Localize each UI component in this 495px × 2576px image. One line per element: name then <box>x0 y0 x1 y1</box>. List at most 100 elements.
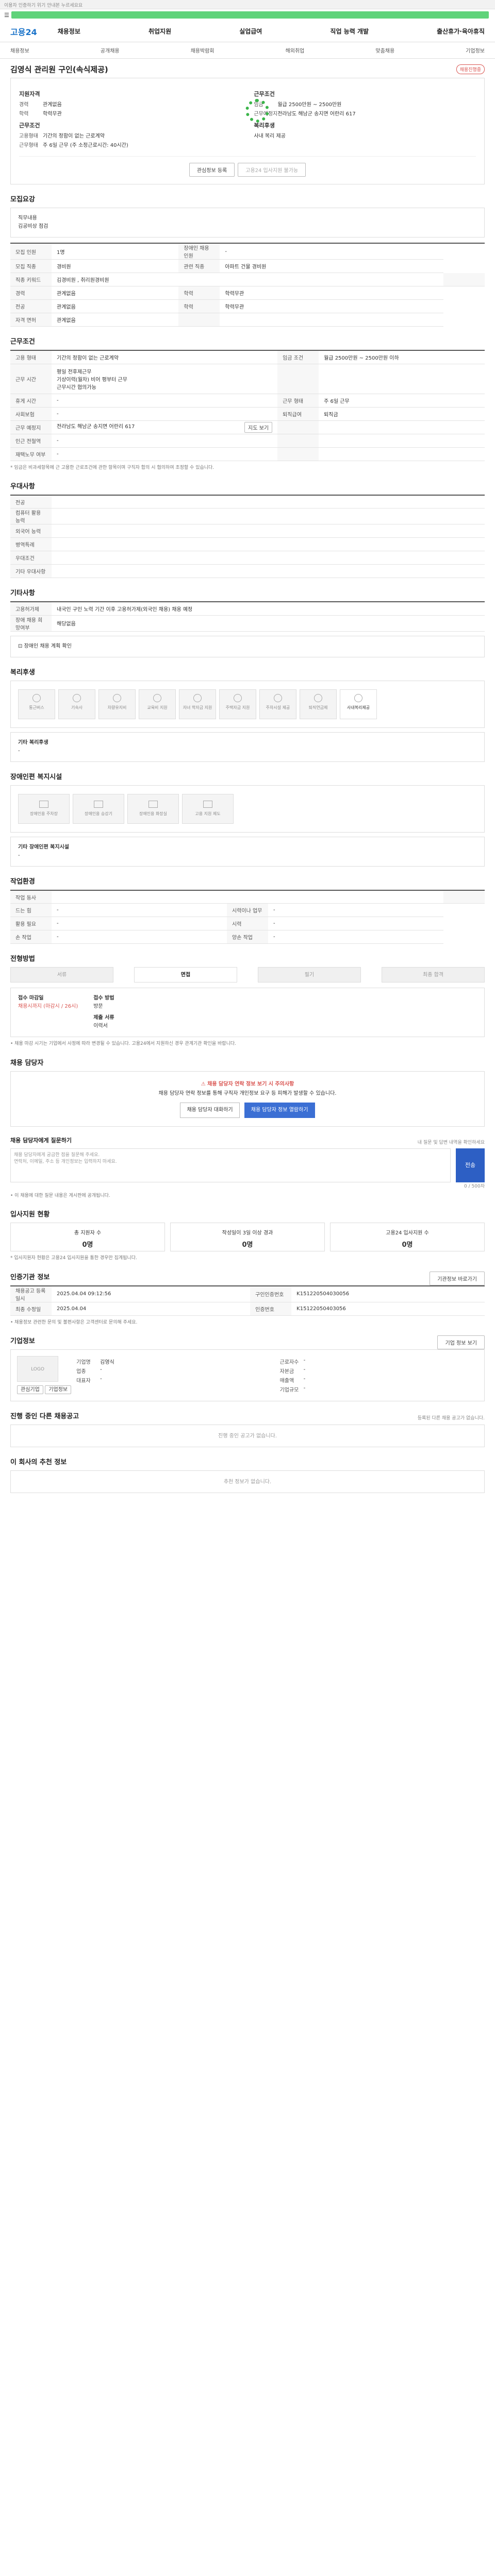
disability-other: 기타 장애인편 복지시설 - <box>10 836 485 867</box>
subnav-item[interactable]: 해외취업 <box>286 46 305 54</box>
table-label: 재택노무 여부 <box>10 447 52 461</box>
apply-stats-section: 입사지원 현황 총 지원자 수 0명 작성일이 3일 이상 경과 0명 고용24 입사지… <box>10 1209 485 1262</box>
nav-unemployment[interactable]: 실업급여 <box>239 27 262 36</box>
facility-icon <box>148 800 158 808</box>
table-row: 드는 힘 - 시력이나 업무 - <box>10 903 485 918</box>
facility-icon <box>39 800 48 808</box>
welfare-item: 기숙사 <box>58 689 95 719</box>
nav-employment-support[interactable]: 취업지원 <box>148 27 171 36</box>
table-value: 관계없음 <box>52 299 179 313</box>
table-value: 주 6일 근무 <box>319 394 485 408</box>
question-textarea[interactable]: 채용 담당자에게 궁금한 점을 질문해 주세요. 연락처, 이메일, 주소 등 … <box>10 1148 451 1182</box>
table-label <box>277 420 319 434</box>
contact-view-button[interactable]: 채용 담당자 정보 열람하기 <box>244 1102 315 1118</box>
welfare-item: 퇴직연금제 <box>300 689 337 719</box>
section-title: 채용 담당자에게 질문하기 <box>10 1137 72 1144</box>
welfare-icon <box>274 693 282 702</box>
apply-button[interactable]: 고용24 입사지원 불가능 <box>238 163 306 177</box>
table-label: 사회보험 <box>10 407 52 421</box>
disability-item: 고용 지원 제도 <box>182 793 234 824</box>
table-row: 기타 우대사항 <box>10 564 485 579</box>
contact-chat-button[interactable]: 채용 담당자 대화하기 <box>180 1102 240 1118</box>
table-value <box>52 537 485 552</box>
nav-training[interactable]: 직업 능력 개발 <box>330 27 369 36</box>
section-label: 근무조건 <box>254 91 275 97</box>
welfare-label: 퇴직연금제 <box>308 705 328 710</box>
table-label <box>443 890 485 904</box>
other-jobs-section: 진행 중인 다른 채용공고 등록된 다른 채용 공고가 없습니다. 진행 중인 공… <box>10 1411 485 1447</box>
interest-button[interactable]: 관심정보 등록 <box>189 163 235 177</box>
fav-company-button[interactable]: 관심기업 <box>17 1385 43 1394</box>
other-value: - <box>18 852 20 858</box>
agency-link-button[interactable]: 기관정보 바로가기 <box>430 1271 485 1285</box>
section-title: 작업환경 <box>10 877 35 886</box>
subnav-item[interactable]: 기업정보 <box>466 46 485 54</box>
table-value <box>52 508 485 525</box>
table-row: 컴퓨터 활용 능력 <box>10 508 485 525</box>
welfare-label: 주차시설 제공 <box>266 705 290 710</box>
table-value <box>52 524 485 538</box>
question-hint[interactable]: 내 질문 및 답변 내역을 확인하세요 <box>418 1139 485 1145</box>
table-label: 인근 전철역 <box>10 434 52 448</box>
table-label: 외국어 능력 <box>10 524 52 538</box>
site-logo[interactable]: 고용24 <box>10 25 37 38</box>
field-label: 접수 마감일 <box>18 995 44 1002</box>
field-label: 제출 서류 <box>93 1015 114 1021</box>
table-label: 학력 <box>178 299 220 313</box>
subnav-item[interactable]: 채용정보 <box>10 46 29 54</box>
table-label <box>178 313 220 327</box>
disability-section: 장애인편 복지시설 장애인용 주차장 장애인용 승강기 장애인용 화장실 고용 지원 … <box>10 771 485 867</box>
subnav-item[interactable]: 공개채용 <box>101 46 120 54</box>
table-value: 아파트 건물 경비원 <box>220 259 443 273</box>
company-more-button[interactable]: 기업정보 <box>45 1385 72 1394</box>
etc-link[interactable]: 장애인 채용 계획 확인 <box>24 643 72 649</box>
subnav-item[interactable]: 맞춤채용 <box>375 46 394 54</box>
field-value: 이력서 <box>93 1023 108 1029</box>
section-title: 복리후생 <box>10 668 35 676</box>
table-label: 작업 동사 <box>10 890 52 904</box>
contact-section: 채용 담당자 ⚠ 채용 담당자 연락 정보 보기 시 주의사항 채용 담당자 연… <box>10 1057 485 1127</box>
char-counter: 0 / 500자 <box>464 1183 485 1189</box>
notice-text: 이용자 인증하기 위기 안내본 누르세요요 <box>4 3 83 8</box>
process-step-active: 면접 <box>134 967 237 983</box>
subnav-item[interactable]: 채용박람회 <box>191 46 214 54</box>
company-fields-2: 근로자수 - 자본금 - 매출액 - 기업규모 - <box>280 1356 478 1395</box>
section-title: 기업정보 <box>10 1337 35 1345</box>
map-button[interactable]: 지도 보기 <box>244 421 273 433</box>
table-label: 채용공고 등록일시 <box>10 1285 52 1302</box>
table-label: 직종 키워드 <box>10 273 52 286</box>
table-value: - <box>52 917 227 931</box>
table-label: 퇴직급여 <box>277 407 319 421</box>
send-button[interactable]: 전송 <box>456 1148 485 1182</box>
table-label: 구인인증번호 <box>250 1285 292 1302</box>
field-label: 기업규모 <box>279 1387 299 1393</box>
field-value: 김영식 <box>100 1359 114 1365</box>
prefer-table: 전공 컴퓨터 활용 능력 외국어 능력 병역특례 우대조건 기타 우대사항 <box>10 494 485 579</box>
welfare-item: 차량유지비 <box>98 689 136 719</box>
reg-table: 채용공고 등록일시 2025.04.04 09:12:56 구인인증번호 K15122… <box>10 1285 485 1316</box>
table-row: 자격 면허 관계없음 <box>10 313 485 327</box>
job-title-row: 김영식 관리원 구인(속식제공) 채용진행중 <box>10 59 485 78</box>
table-value: 기간의 정함이 없는 근로계약 <box>52 350 278 364</box>
table-value: - <box>52 434 278 448</box>
company-logo: LOGO <box>17 1355 58 1382</box>
table-row: 근무 예정지 전라남도 해남군 송지면 어란리 617 지도 보기 <box>10 420 485 434</box>
table-value: 2025.04.04 09:12:56 <box>52 1285 251 1302</box>
other-label: 기타 장애인편 복지시설 <box>18 844 69 850</box>
table-value: 내국인 구인 노력 기간 이후 고용허가제(외국인 채용) 채용 예정 <box>52 602 485 616</box>
nav-parental[interactable]: 출산휴가·육아휴직 <box>437 27 485 36</box>
other-label: 기타 복리후생 <box>18 739 48 745</box>
menu-icon[interactable]: ☰ <box>4 12 9 19</box>
recruit-table: 모집 인원 1명 장애인 채용 인원 - 모집 직종 경비원 관련 직종 아파트 건물 경비원… <box>10 243 485 327</box>
alert-title: 채용 담당자 연락 정보 보기 시 주의사항 <box>207 1081 294 1087</box>
job-title: 김영식 관리원 구인(속식제공) <box>10 65 108 74</box>
stat-value: 0명 <box>402 1241 413 1249</box>
field-label: 고용형태 <box>19 133 38 139</box>
field-label: 학력 <box>19 111 29 117</box>
welfare-icon <box>314 693 322 702</box>
table-row: 경력 관계없음 학력 학력무관 <box>10 286 485 300</box>
table-row: 전공 <box>10 495 485 509</box>
search-input[interactable] <box>11 11 489 19</box>
company-info-button[interactable]: 기업 정보 보기 <box>437 1335 485 1349</box>
nav-recruit[interactable]: 채용정보 <box>58 27 80 36</box>
